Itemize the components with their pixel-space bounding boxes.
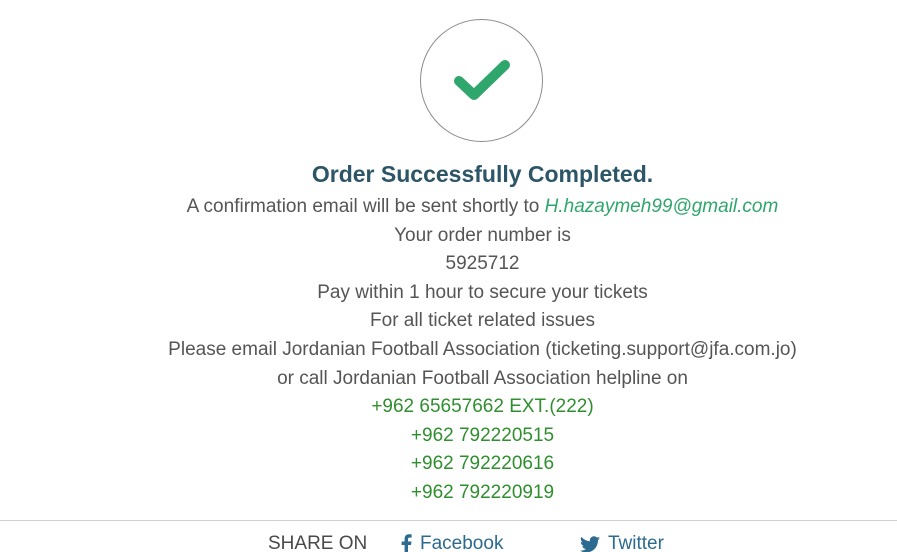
payment-notice: Pay within 1 hour to secure your tickets xyxy=(317,281,648,303)
email-intro-text: A confirmation email will be sent shortl… xyxy=(186,196,540,217)
customer-email: H.hazaymeh99@gmail.com xyxy=(544,196,779,217)
order-number: 5925712 xyxy=(445,253,520,275)
order-confirmation-page: Order Successfully Completed. A confirma… xyxy=(0,0,897,552)
email-notice: A confirmation email will be sent shortl… xyxy=(0,193,897,222)
share-divider xyxy=(0,520,897,521)
twitter-share-link[interactable]: Twitter xyxy=(580,532,664,552)
facebook-share-link[interactable]: Facebook xyxy=(400,532,503,552)
support-email-line: Please email Jordanian Football Associat… xyxy=(168,338,797,360)
order-number-label: Your order number is xyxy=(394,224,571,246)
twitter-icon xyxy=(580,535,600,552)
check-icon xyxy=(453,59,510,100)
helpline-phone[interactable]: +962 792220616 xyxy=(0,450,897,479)
helpline-line: or call Jordanian Football Association h… xyxy=(277,367,688,389)
page-title: Order Successfully Completed. xyxy=(311,161,654,187)
facebook-icon xyxy=(401,534,412,552)
share-bar: SHARE ON Facebook Twitter xyxy=(0,532,897,552)
helpline-phone[interactable]: +962 792220515 xyxy=(0,422,897,451)
confirmation-details: Order Successfully Completed. A confirma… xyxy=(0,155,897,508)
share-label: SHARE ON xyxy=(268,533,368,552)
helpline-phone[interactable]: +962 65657662 EXT.(222) xyxy=(0,393,897,422)
facebook-label: Facebook xyxy=(420,533,504,552)
support-heading: For all ticket related issues xyxy=(370,310,595,332)
twitter-label: Twitter xyxy=(608,533,664,552)
helpline-phone[interactable]: +962 792220919 xyxy=(0,479,897,508)
success-badge xyxy=(420,19,543,142)
